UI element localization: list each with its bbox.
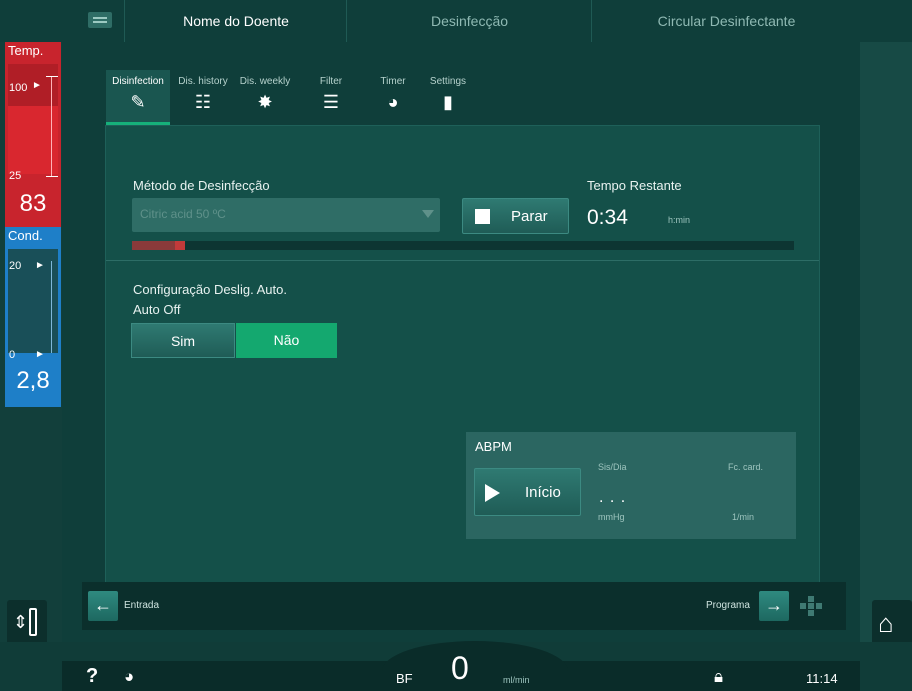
remaining-time-unit: h:min (668, 215, 691, 225)
bf-label: BF (396, 671, 413, 686)
auto-off-subtitle: Auto Off (133, 302, 181, 317)
disinfection-progress-bar (132, 241, 794, 250)
timer-icon: ◕ (387, 92, 399, 112)
back-button[interactable]: ← (88, 591, 118, 621)
tab-label: Dis. history (178, 76, 228, 87)
chevron-down-icon (422, 210, 434, 218)
clock-time: 11:14 (806, 671, 838, 686)
method-value: Citric acid 50 ºC (140, 207, 226, 221)
lock-icon[interactable]: 🔒︎ (714, 667, 723, 687)
right-strip (860, 42, 912, 642)
arrow-right-icon: → (765, 595, 783, 615)
cond-scale-top: 20 (9, 260, 22, 272)
progress-fill (132, 241, 175, 250)
forward-button[interactable]: → (759, 591, 789, 621)
bf-value: 0 (451, 650, 469, 686)
navigation-bar: ← Entrada Programa → (82, 582, 846, 630)
tab-patient-name[interactable]: Nome do Doente (124, 0, 347, 42)
temperature-panel[interactable]: Temp. 100 ► 25 83 (5, 42, 61, 227)
cond-value: 2,8 (16, 367, 50, 394)
auto-off-yes-option[interactable]: Sim (131, 323, 235, 358)
temp-scale-top: 100 (9, 82, 28, 94)
play-icon (485, 484, 500, 502)
auto-off-config-title: Configuração Deslig. Auto. (133, 282, 287, 297)
remaining-time-label: Tempo Restante (587, 178, 682, 193)
remaining-time-value: 0:34 (587, 206, 628, 229)
tab-dis-weekly[interactable]: Dis. weekly ✸ (234, 70, 296, 122)
auto-off-no-option[interactable]: Não (236, 323, 337, 358)
divider (106, 260, 819, 261)
timer-icon[interactable]: ◕ (124, 667, 134, 687)
arrow-left-icon: ← (94, 595, 112, 615)
tab-settings[interactable]: Settings ▮ (422, 70, 474, 122)
temp-scale-bottom: 25 (9, 170, 22, 182)
method-label: Método de Desinfecção (133, 178, 270, 193)
level-control[interactable]: ⇕ (7, 600, 47, 648)
cond-title: Cond. (8, 228, 43, 243)
tab-disinfection-header[interactable]: Desinfecção (346, 0, 592, 42)
tab-circular-disinfectant[interactable]: Circular Desinfectante (591, 0, 861, 42)
abpm-start-button[interactable]: Início (474, 468, 581, 516)
cond-scale-bottom: 0 (9, 349, 16, 361)
abpm-start-label: Início (525, 484, 561, 501)
tab-label: Filter (319, 76, 343, 87)
help-icon[interactable]: ? (86, 665, 98, 688)
disinfection-icon: ✎ (130, 92, 146, 112)
reservoir-icon (29, 608, 37, 636)
sys-dia-label: Sis/Dia (598, 462, 627, 472)
tab-timer[interactable]: Timer ◕ (362, 70, 424, 122)
tab-label: Timer (380, 76, 406, 87)
temp-value: 83 (19, 190, 47, 217)
cond-lower-marker-icon: ► (35, 349, 45, 360)
stop-label: Parar (511, 208, 548, 225)
sys-dia-value: . . . (599, 489, 627, 506)
conductivity-panel[interactable]: Cond. 20 ► 0 ► 2,8 (5, 227, 61, 407)
cond-upper-marker-icon: ► (35, 260, 45, 271)
temp-title: Temp. (5, 42, 61, 60)
tab-label: Dis. weekly (239, 76, 291, 87)
top-bar: Nome do Doente Desinfecção Circular Desi… (0, 0, 912, 42)
dots-grid-icon (800, 596, 826, 616)
tab-filter[interactable]: Filter ☰ (300, 70, 362, 122)
up-down-icon: ⇕ (13, 612, 29, 632)
forward-label: Programa (706, 600, 750, 611)
tab-disinfection[interactable]: Disinfection ✎ (106, 70, 170, 125)
tab-dis-history[interactable]: Dis. history ☷ (172, 70, 234, 122)
progress-tip (175, 241, 185, 250)
tab-label: Settings (429, 76, 467, 87)
stop-icon (475, 209, 490, 224)
abpm-title: ABPM (475, 439, 512, 454)
patient-card-icon[interactable] (88, 12, 112, 28)
tab-label: Disinfection (112, 76, 164, 87)
heart-rate-unit: 1/min (732, 512, 755, 522)
disinfection-tabs: Disinfection ✎ Dis. history ☷ Dis. weekl… (100, 70, 820, 125)
filter-icon: ☰ (322, 92, 340, 112)
weekly-icon: ✸ (257, 92, 273, 112)
sys-dia-unit: mmHg (598, 512, 625, 522)
temp-upper-marker-icon: ► (32, 80, 42, 91)
home-icon: ⌂ (878, 608, 894, 638)
history-icon: ☷ (194, 92, 212, 112)
method-select[interactable]: Citric acid 50 ºC (132, 198, 440, 232)
stop-button[interactable]: Parar (462, 198, 569, 234)
back-label: Entrada (124, 600, 160, 611)
heart-rate-label: Fc. card. (728, 462, 764, 472)
bf-unit: ml/min (503, 675, 530, 685)
home-button[interactable]: ⌂ (872, 600, 912, 648)
settings-icon: ▮ (443, 92, 453, 112)
auto-off-toggle: Sim Não (131, 323, 337, 358)
